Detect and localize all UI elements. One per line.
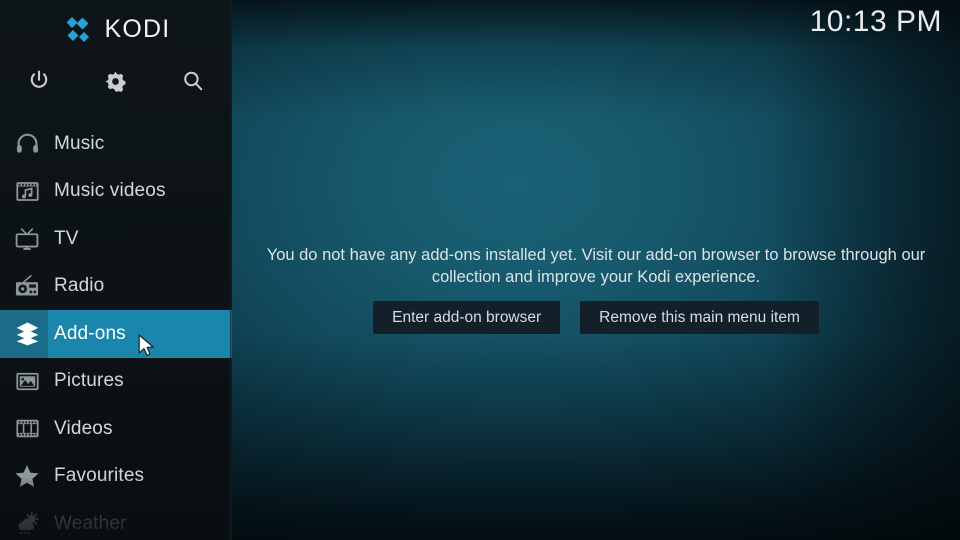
empty-state-actions: Enter add-on browser Remove this main me… (232, 301, 960, 334)
sidebar-item-label: Videos (54, 417, 113, 439)
weather-icon (0, 511, 48, 537)
remove-main-menu-item-button[interactable]: Remove this main menu item (580, 301, 819, 334)
empty-state-message: You do not have any add-ons installed ye… (266, 246, 926, 286)
addons-box-icon (0, 320, 48, 347)
sidebar-edge (230, 0, 232, 540)
sidebar-item-videos[interactable]: Videos (0, 405, 232, 453)
power-icon (30, 70, 47, 88)
sidebar-item-music[interactable]: Music (0, 120, 232, 168)
enter-addon-browser-button[interactable]: Enter add-on browser (373, 301, 561, 334)
kodi-logo-icon (66, 17, 89, 42)
sidebar-item-label: Music (54, 132, 105, 154)
sidebar-item-radio[interactable]: Radio (0, 263, 232, 311)
star-icon (0, 463, 48, 489)
sidebar-item-tv[interactable]: TV (0, 215, 232, 263)
settings-button[interactable] (77, 61, 154, 101)
music-video-icon (0, 179, 48, 204)
power-button[interactable] (0, 61, 77, 101)
brand: KODI (0, 8, 232, 50)
sidebar-item-music-videos[interactable]: Music videos (0, 168, 232, 216)
sidebar-item-label: Radio (54, 275, 105, 297)
sidebar-item-label: Pictures (54, 370, 124, 392)
search-button[interactable] (154, 61, 231, 101)
sidebar: KODI Music Music videos TV Radio Add-ons… (0, 0, 232, 540)
radio-icon (0, 273, 48, 299)
picture-icon (0, 369, 48, 394)
sidebar-item-favourites[interactable]: Favourites (0, 453, 232, 501)
sidebar-item-label: TV (54, 227, 79, 249)
sidebar-item-add-ons[interactable]: Add-ons (0, 310, 232, 358)
sidebar-toolbar (0, 61, 232, 101)
headphones-icon (0, 131, 48, 156)
main-content: You do not have any add-ons installed ye… (232, 0, 960, 540)
kodi-home-screen: 10:13 PM You do not have any add-ons ins… (0, 0, 960, 540)
sidebar-item-label: Favourites (54, 465, 145, 487)
sidebar-item-label: Music videos (54, 180, 166, 202)
sidebar-item-label: Weather (54, 512, 127, 534)
gear-icon (105, 71, 126, 92)
empty-state: You do not have any add-ons installed ye… (232, 244, 960, 334)
sidebar-item-weather[interactable]: Weather (0, 500, 232, 540)
sidebar-item-label: Add-ons (54, 322, 126, 344)
sidebar-item-pictures[interactable]: Pictures (0, 358, 232, 406)
film-strip-icon (0, 416, 48, 441)
brand-name: KODI (104, 14, 171, 43)
search-icon (183, 71, 202, 91)
main-menu: Music Music videos TV Radio Add-ons Pict… (0, 120, 232, 540)
tv-icon (0, 226, 48, 252)
